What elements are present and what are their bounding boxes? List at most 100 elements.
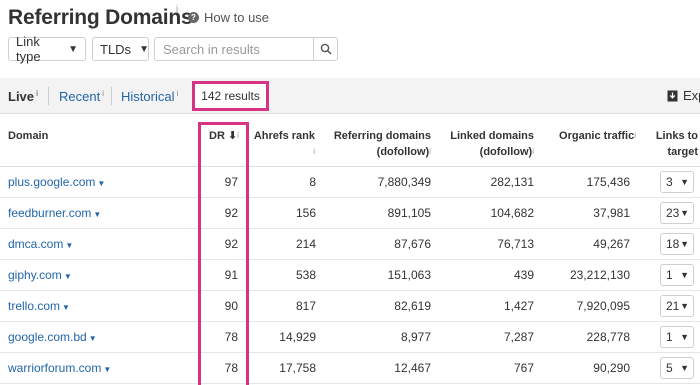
column-header-referring-domains-label: Referring domains: [333, 130, 431, 142]
links-to-target-select[interactable]: 5 ▼: [660, 357, 694, 379]
organic-traffic-value: 90,290: [593, 361, 630, 375]
links-to-target-select[interactable]: 23 ▼: [660, 202, 694, 224]
organic-traffic-value: 49,267: [593, 237, 630, 251]
links-to-target-value: 18: [666, 237, 680, 251]
table-row: giphy.com ▼ 91 538 151,063 439 23,212,130 1 ▼: [0, 260, 700, 291]
column-header-links-label: Links to: [655, 130, 698, 142]
info-icon: i: [102, 89, 104, 98]
search-button[interactable]: [313, 38, 337, 60]
referring-domains-value: 8,977: [400, 330, 431, 344]
organic-traffic-value: 175,436: [586, 175, 630, 189]
sort-desc-icon: ⬇: [227, 130, 238, 142]
dr-value: 92: [224, 206, 238, 220]
chevron-down-icon: ▼: [680, 332, 689, 342]
info-icon: i: [429, 147, 431, 156]
domain-link[interactable]: plus.google.com ▼: [8, 175, 105, 189]
linked-domains-value: 1,427: [503, 299, 534, 313]
export-button[interactable]: Exp: [667, 88, 700, 103]
dr-value: 92: [224, 237, 238, 251]
domain-link[interactable]: warriorforum.com ▼: [8, 361, 111, 375]
chevron-down-icon: ▼: [103, 365, 112, 374]
table-row: feedburner.com ▼ 92 156 891,105 104,682 37,981…: [0, 198, 700, 229]
domain-link[interactable]: trello.com ▼: [8, 299, 70, 313]
info-icon: i: [237, 131, 239, 140]
link-type-dropdown[interactable]: Link type ▼: [8, 34, 86, 64]
ahrefs-rank-value: 17,758: [279, 361, 316, 375]
chevron-down-icon: ▼: [62, 303, 70, 312]
dr-value: 97: [224, 175, 238, 189]
ahrefs-rank-value: 8: [309, 175, 316, 189]
chevron-down-icon: ▼: [139, 43, 149, 55]
export-label: Exp: [683, 88, 700, 103]
title-info-icon[interactable]: i: [176, 4, 178, 15]
chevron-down-icon: ▼: [680, 301, 689, 311]
organic-traffic-value: 7,920,095: [576, 299, 630, 313]
organic-traffic-value: 37,981: [593, 206, 630, 220]
search-input[interactable]: Search in results: [155, 42, 313, 57]
domain-label: feedburner.com: [8, 206, 92, 220]
domain-link[interactable]: dmca.com ▼: [8, 237, 73, 251]
referring-domains-value: 891,105: [387, 206, 431, 220]
domain-label: warriorforum.com: [8, 361, 102, 375]
linked-domains-value: 76,713: [497, 237, 534, 251]
column-header-linked-domains[interactable]: Linked domains (dofollow)i: [450, 128, 534, 160]
dr-value: 78: [224, 330, 238, 344]
links-to-target-value: 23: [666, 206, 680, 220]
domain-link[interactable]: google.com.bd ▼: [8, 330, 97, 344]
question-icon: ?: [188, 12, 199, 23]
search-box[interactable]: Search in results: [154, 37, 338, 61]
tab-recent[interactable]: Recent i: [59, 89, 104, 104]
linked-domains-value: 767: [513, 361, 534, 375]
link-type-label: Link type: [16, 34, 41, 64]
linked-domains-value: 439: [513, 268, 534, 282]
links-to-target-select[interactable]: 3 ▼: [660, 171, 694, 193]
tab-live[interactable]: Live i: [8, 89, 38, 104]
tlds-dropdown[interactable]: TLDs ▼: [92, 37, 149, 61]
domain-link[interactable]: giphy.com ▼: [8, 268, 72, 282]
tab-live-label: Live: [8, 89, 35, 104]
column-header-referring-domains-sub: (dofollow): [376, 146, 430, 158]
ahrefs-rank-value: 538: [295, 268, 316, 282]
links-to-target-value: 3: [666, 175, 673, 189]
domain-label: trello.com: [8, 299, 61, 313]
links-to-target-value: 21: [666, 299, 680, 313]
results-count: 142 results: [192, 81, 269, 111]
table-row: dmca.com ▼ 92 214 87,676 76,713 49,267 18 ▼: [0, 229, 700, 260]
domain-link[interactable]: feedburner.com ▼: [8, 206, 101, 220]
page-title: Referring Domains: [8, 6, 193, 29]
chevron-down-icon: ▼: [88, 334, 97, 343]
links-to-target-select[interactable]: 18 ▼: [660, 233, 694, 255]
chevron-down-icon: ▼: [680, 177, 689, 187]
links-to-target-select[interactable]: 1 ▼: [660, 264, 694, 286]
ahrefs-rank-value: 214: [295, 237, 316, 251]
organic-traffic-value: 23,212,130: [569, 268, 630, 282]
linked-domains-value: 104,682: [490, 206, 534, 220]
info-icon: i: [36, 89, 39, 98]
column-header-organic-traffic[interactable]: Organic traffici: [559, 128, 636, 144]
column-header-ahrefs-rank[interactable]: Ahrefs rank i: [254, 128, 315, 160]
column-header-dr-label: DR: [209, 130, 225, 142]
column-header-linked-domains-label: Linked domains: [450, 130, 534, 142]
ahrefs-rank-value: 14,929: [279, 330, 316, 344]
how-to-use-link[interactable]: ? How to use: [188, 10, 269, 25]
chevron-down-icon: ▼: [68, 43, 78, 55]
column-header-referring-domains[interactable]: Referring domains (dofollow)i: [334, 128, 431, 160]
domain-label: plus.google.com: [8, 175, 96, 189]
tab-divider: [48, 87, 49, 105]
column-header-dr[interactable]: DR ⬇i: [209, 128, 239, 144]
column-header-domain[interactable]: Domain: [8, 128, 48, 144]
tlds-label: TLDs: [100, 41, 132, 57]
info-icon: i: [634, 131, 636, 140]
chevron-down-icon: ▼: [93, 210, 102, 219]
tab-divider: [111, 87, 112, 105]
tab-historical[interactable]: Historical i: [121, 89, 178, 104]
info-icon: i: [313, 147, 315, 156]
links-to-target-select[interactable]: 1 ▼: [660, 326, 694, 348]
referring-domains-value: 12,467: [394, 361, 431, 375]
column-header-links-to-target[interactable]: Links to target: [656, 128, 698, 160]
links-to-target-select[interactable]: 21 ▼: [660, 295, 694, 317]
info-icon: i: [532, 147, 534, 156]
referring-domains-value: 151,063: [387, 268, 431, 282]
organic-traffic-value: 228,778: [586, 330, 630, 344]
table-row: plus.google.com ▼ 97 8 7,880,349 282,131 175,4…: [0, 167, 700, 198]
